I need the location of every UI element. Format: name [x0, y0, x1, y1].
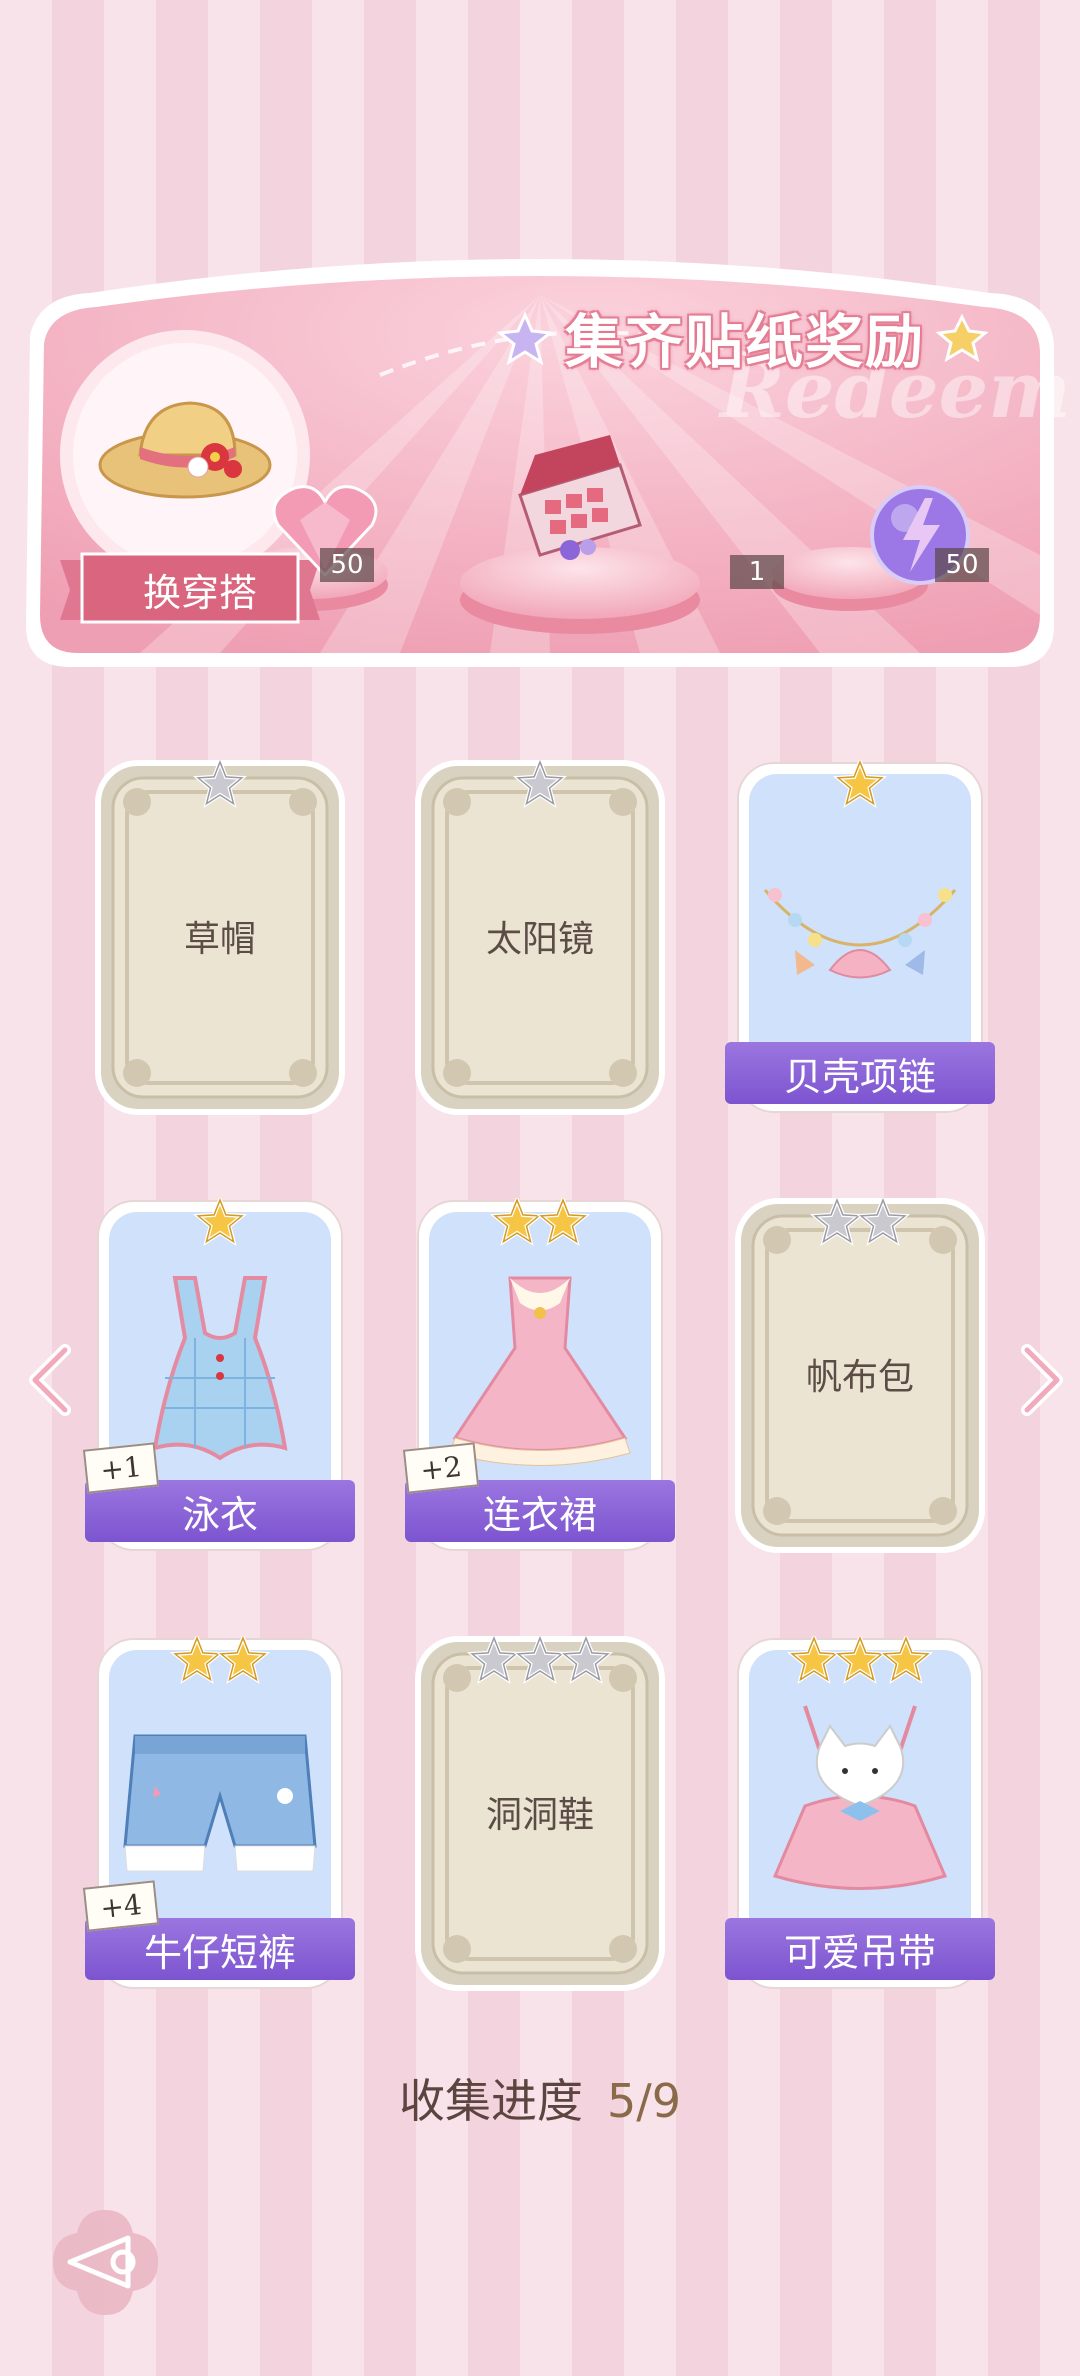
rarity-stars	[809, 1198, 911, 1247]
duplicate-count-badge: +4	[82, 1880, 160, 1932]
rarity-stars	[832, 760, 888, 809]
sticker-card[interactable]: 可爱吊带	[725, 1636, 995, 1991]
rarity-stars	[192, 1198, 248, 1247]
sticker-card[interactable]: 太阳镜	[415, 760, 665, 1115]
sticker-card[interactable]: 草帽	[95, 760, 345, 1115]
progress-label: 收集进度	[398, 2074, 583, 2128]
sticker-card[interactable]: 泳衣 +1	[82, 1198, 355, 1553]
card-label: 太阳镜	[485, 919, 594, 960]
rarity-stars	[192, 760, 248, 809]
progress-value: 5/9	[606, 2074, 682, 2128]
duplicate-count-badge: +2	[402, 1442, 480, 1494]
sticker-card[interactable]: 贝壳项链	[725, 760, 995, 1115]
back-icon[interactable]	[48, 2205, 163, 2320]
sticker-card[interactable]: 牛仔短裤 +4	[82, 1636, 355, 1991]
straw-hat-icon	[98, 401, 272, 499]
gift-box-icon	[518, 435, 642, 560]
rarity-stars	[466, 1636, 614, 1685]
collection-progress: 收集进度 5/9	[0, 2065, 1080, 2131]
banner-title: 集齐贴纸奖励	[564, 308, 925, 376]
reward-count: 50	[935, 548, 989, 582]
card-label: 洞洞鞋	[485, 1795, 594, 1836]
sticker-card[interactable]: 连衣裙 +2	[402, 1198, 675, 1553]
chevron-right-icon[interactable]	[1012, 1340, 1072, 1420]
duplicate-count-badge: +1	[82, 1442, 160, 1494]
card-label: 帆布包	[805, 1357, 914, 1398]
reward-count: 1	[730, 555, 784, 589]
sticker-card[interactable]: 帆布包	[735, 1198, 985, 1553]
card-label: 贝壳项链	[725, 1042, 995, 1104]
reward-banner: Redeem 集齐贴纸奖励 换穿搭 50 1 50	[20, 255, 1071, 675]
rarity-stars	[786, 1636, 934, 1685]
chevron-left-icon[interactable]	[20, 1340, 80, 1420]
rarity-stars	[512, 760, 568, 809]
reward-count: 50	[320, 548, 374, 582]
card-label: 草帽	[183, 919, 256, 960]
sticker-card[interactable]: 洞洞鞋	[415, 1636, 665, 1991]
rarity-stars	[489, 1198, 591, 1247]
rarity-stars	[169, 1636, 271, 1685]
card-label: 可爱吊带	[725, 1918, 995, 1980]
